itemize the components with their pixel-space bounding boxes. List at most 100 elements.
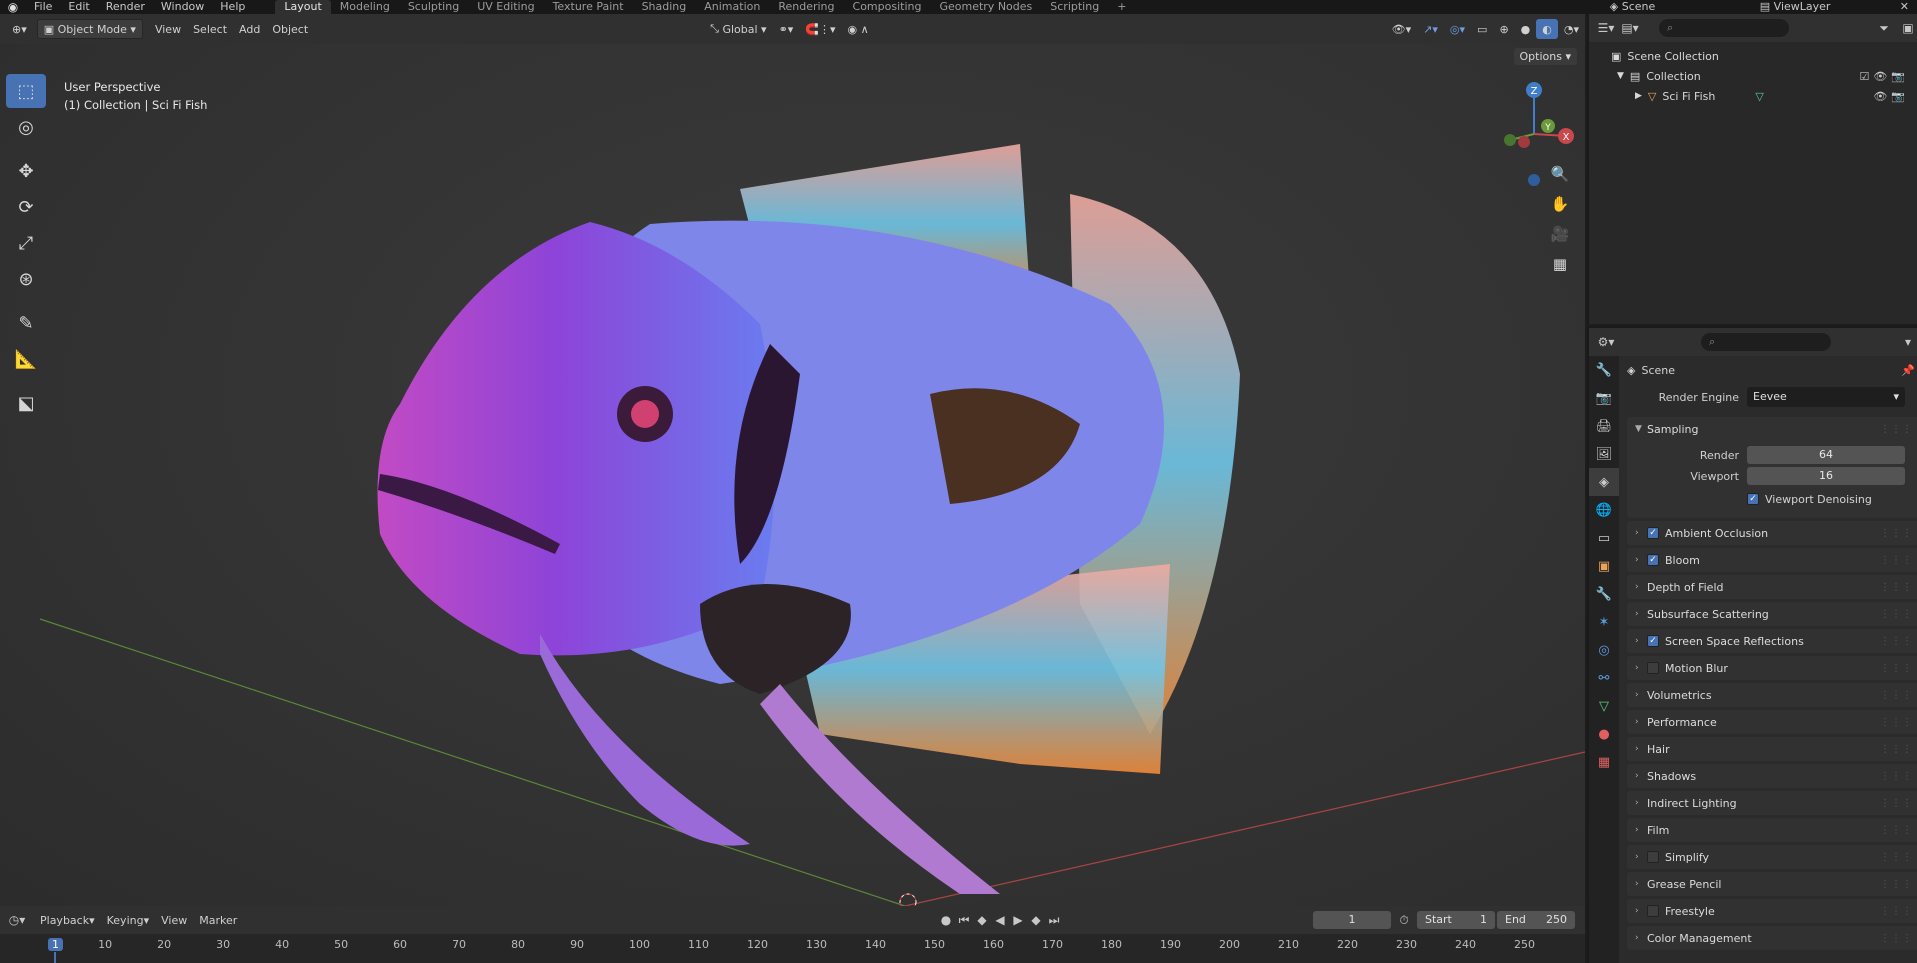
drag-handle-icon[interactable]: ⋮⋮⋮	[1880, 528, 1913, 539]
section-shadows[interactable]: › Shadows ⋮⋮⋮	[1627, 764, 1917, 788]
gizmo-neg-z-axis[interactable]	[1528, 174, 1540, 186]
render-engine-dropdown[interactable]: Eevee ▾	[1747, 387, 1905, 407]
orientation-dropdown[interactable]: ⤡ Global ▾	[704, 19, 772, 39]
drag-handle-icon[interactable]: ⋮⋮⋮	[1880, 852, 1913, 863]
physics-tab-icon[interactable]: ◎	[1589, 636, 1619, 664]
tab-compositing[interactable]: Compositing	[844, 0, 931, 14]
world-tab-icon[interactable]: 🌐	[1589, 496, 1619, 524]
outliner-search-input[interactable]: ⌕	[1659, 19, 1789, 37]
transform-tool-icon[interactable]: ⊛	[6, 262, 46, 296]
section-depth-of-field[interactable]: › Depth of Field ⋮⋮⋮	[1627, 575, 1917, 599]
menu-help[interactable]: Help	[212, 0, 253, 14]
timeline-menu-playback[interactable]: Playback ▾	[34, 910, 101, 930]
texture-tab-icon[interactable]: ▦	[1589, 748, 1619, 776]
new-collection-icon[interactable]: ▣	[1899, 19, 1917, 37]
chevron-down-icon[interactable]: ▾	[1899, 333, 1917, 351]
render-tab-icon[interactable]: 📷	[1589, 384, 1619, 412]
drag-handle-icon[interactable]: ⋮⋮⋮	[1880, 690, 1913, 701]
shading-rendered-button[interactable]: ◔▾	[1558, 19, 1585, 39]
drag-handle-icon[interactable]: ⋮⋮⋮	[1880, 879, 1913, 890]
drag-handle-icon[interactable]: ⋮⋮⋮	[1880, 717, 1913, 728]
viewport-menu-add[interactable]: Add	[233, 19, 266, 39]
constraints-tab-icon[interactable]: ⚯	[1589, 664, 1619, 692]
tree-row-scene-collection[interactable]: ▣ Scene Collection	[1589, 46, 1917, 66]
proportional-edit-button[interactable]: ◉ ∧	[842, 19, 875, 39]
play-reverse-icon[interactable]: ◀	[991, 911, 1009, 929]
select-box-tool-icon[interactable]: ⬚	[6, 74, 46, 108]
rotate-tool-icon[interactable]: ⟳	[6, 190, 46, 224]
play-icon[interactable]: ▶	[1009, 911, 1027, 929]
shading-wireframe-button[interactable]: ⊕	[1493, 19, 1514, 39]
properties-editor-icon[interactable]: ⚙▾	[1597, 333, 1615, 351]
section-color-management[interactable]: › Color Management ⋮⋮⋮	[1627, 926, 1917, 950]
gizmo-toggle-button[interactable]: ↗▾	[1417, 19, 1444, 39]
drag-handle-icon[interactable]: ⋮⋮⋮	[1880, 555, 1913, 566]
drag-handle-icon[interactable]: ⋮⋮⋮	[1880, 582, 1913, 593]
scene-selector[interactable]: ◈ Scene	[1602, 0, 1752, 14]
section-volumetrics[interactable]: › Volumetrics ⋮⋮⋮	[1627, 683, 1917, 707]
properties-search-input[interactable]: ⌕	[1701, 333, 1831, 351]
pin-icon[interactable]: 📌	[1901, 364, 1915, 377]
playhead[interactable]	[54, 952, 56, 963]
section-checkbox[interactable]	[1647, 662, 1659, 674]
drag-handle-icon[interactable]: ⋮⋮⋮	[1880, 609, 1913, 620]
pivot-point-button[interactable]: ⚭▾	[773, 19, 800, 39]
timeline-ruler[interactable]: 1 10 20 30 40 50 60 70 80 90 100 110 120 130 140 150 160…	[0, 934, 1585, 963]
annotate-tool-icon[interactable]: ✎	[6, 306, 46, 340]
viewport-denoising-row[interactable]: ✓ Viewport Denoising	[1627, 487, 1917, 511]
tab-geometry-nodes[interactable]: Geometry Nodes	[930, 0, 1041, 14]
outliner-editor-icon[interactable]: ☰▾	[1597, 19, 1615, 37]
render-samples-field[interactable]: 64	[1747, 446, 1905, 464]
expand-chevron-icon[interactable]: ▼	[1617, 71, 1624, 81]
editor-type-button[interactable]: ⊕▾	[6, 19, 33, 39]
tool-tab-icon[interactable]: 🔧	[1589, 356, 1619, 384]
scene-tab-icon[interactable]: ◈	[1589, 468, 1619, 496]
tree-row-collection[interactable]: ▼ ▤ Collection ☑👁📷	[1589, 66, 1917, 86]
jump-end-icon[interactable]: ⏭	[1045, 911, 1063, 929]
timeline-menu-view[interactable]: View	[155, 910, 193, 930]
viewport-samples-field[interactable]: 16	[1747, 467, 1905, 485]
timeline-editor-icon[interactable]: ◷▾	[8, 911, 26, 929]
filter-icon[interactable]: ⏷	[1875, 19, 1893, 37]
section-film[interactable]: › Film ⋮⋮⋮	[1627, 818, 1917, 842]
timeline-menu-keying[interactable]: Keying ▾	[101, 910, 155, 930]
tab-shading[interactable]: Shading	[633, 0, 696, 14]
section-checkbox[interactable]	[1647, 905, 1659, 917]
modifier-tab-icon[interactable]: 🔧	[1589, 580, 1619, 608]
timeline-menu-marker[interactable]: Marker	[193, 910, 243, 930]
tab-rendering[interactable]: Rendering	[769, 0, 843, 14]
viewport-menu-view[interactable]: View	[149, 19, 187, 39]
tab-scripting[interactable]: Scripting	[1041, 0, 1108, 14]
section-indirect-lighting[interactable]: › Indirect Lighting ⋮⋮⋮	[1627, 791, 1917, 815]
drag-handle-icon[interactable]: ⋮⋮⋮	[1880, 663, 1913, 674]
section-checkbox[interactable]	[1647, 851, 1659, 863]
cursor-tool-icon[interactable]: ◎	[6, 110, 46, 144]
xray-toggle-button[interactable]: ▭	[1471, 19, 1493, 39]
display-mode-icon[interactable]: ▤▾	[1621, 19, 1639, 37]
shading-material-button[interactable]: ◐	[1536, 19, 1558, 39]
snap-button[interactable]: 🧲⋮▾	[799, 19, 841, 39]
camera-view-icon[interactable]: 🎥	[1546, 220, 1574, 248]
drag-handle-icon[interactable]: ⋮⋮⋮	[1880, 636, 1913, 647]
add-cube-tool-icon[interactable]: ⬕	[6, 386, 46, 420]
sci-fi-fish-model[interactable]	[377, 144, 1241, 894]
collection-tab-icon[interactable]: ▭	[1589, 524, 1619, 552]
prev-keyframe-icon[interactable]: ◆	[973, 911, 991, 929]
blender-logo-icon[interactable]: ◉	[0, 0, 26, 14]
view-layer-selector[interactable]: ▤ ViewLayer	[1752, 0, 1892, 14]
drag-handle-icon[interactable]: ⋮⋮⋮	[1880, 906, 1913, 917]
menu-edit[interactable]: Edit	[60, 0, 97, 14]
tab-sculpting[interactable]: Sculpting	[399, 0, 468, 14]
next-keyframe-icon[interactable]: ◆	[1027, 911, 1045, 929]
jump-start-icon[interactable]: ⏮	[955, 911, 973, 929]
view-layer-tab-icon[interactable]: 🖼	[1589, 440, 1619, 468]
current-frame-field[interactable]: 1	[1313, 911, 1391, 929]
options-dropdown[interactable]: Options ▾	[1513, 48, 1577, 65]
tab-modeling[interactable]: Modeling	[331, 0, 399, 14]
zoom-icon[interactable]: 🔍	[1546, 160, 1574, 188]
section-ambient-occlusion[interactable]: › ✓ Ambient Occlusion ⋮⋮⋮	[1627, 521, 1917, 545]
shading-solid-button[interactable]: ●	[1515, 19, 1537, 39]
particles-tab-icon[interactable]: ✶	[1589, 608, 1619, 636]
3d-viewport[interactable]: ⬚ ◎ ✥ ⟳ ⤢ ⊛ ✎ 📐 ⬕ User Perspective (1) C…	[0, 44, 1585, 906]
mode-dropdown[interactable]: ▣ Object Mode ▾	[36, 19, 143, 39]
